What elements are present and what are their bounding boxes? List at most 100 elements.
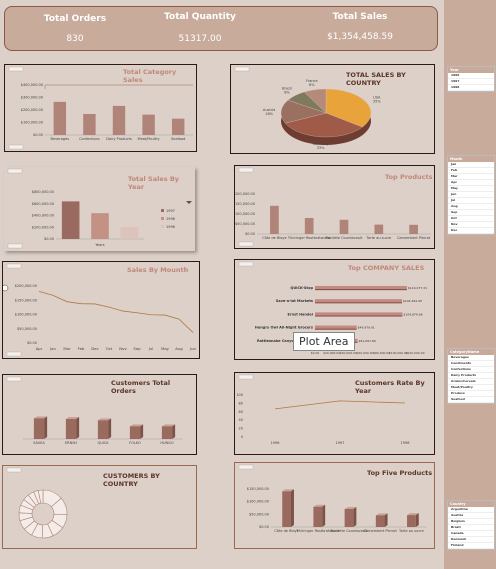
legend-swatch [161,217,164,220]
slicer-item[interactable]: Dec [448,228,494,234]
x-tick-label: 1996 [271,441,280,445]
sales-by-month-panel[interactable]: Sales By Mounth $0.00 $50,000.00 $100,000.… [2,261,200,359]
bar [315,325,357,329]
x-tick-label: Côte de Blaye [274,529,298,533]
y-tick-label: Save-a-lot Markets [276,299,313,303]
bar [97,420,109,439]
x-tick-label: Meat/Poultry [138,137,160,141]
customers-country-chart [6,467,68,539]
y-tick-label: 80 [239,401,243,405]
y-tick-label: $0.00 [27,341,37,345]
field-button [238,167,254,173]
y-tick-label: $100,000.00 [21,121,43,125]
x-tick-label: Apr [36,346,43,351]
category-sales-panel[interactable]: Total Category Sales $0.00 $100,000.00 $20… [4,64,197,152]
plot-area-tooltip: Plot Area [293,332,355,351]
x-tick-label: $20,000.00 [323,351,340,355]
bar-side [108,418,112,439]
x-tick-label: $40,000.00 [340,351,357,355]
x-tick-label: Nov [119,346,127,351]
bar [409,224,418,234]
data-label: $104,874.98 [403,312,422,316]
y-tick-label: Ernst Handel [288,312,313,316]
bar [61,201,80,239]
x-tick-label: Oct [106,346,113,351]
x-tick-label: Raclette Courdavault [326,236,364,240]
y-tick-label: $0.00 [245,232,255,236]
sales-by-year-chart: $0.00 $200,000.00 $400,000.00 $600,000.00 $8… [7,168,192,249]
year-slicer[interactable]: Year 1996 1997 1998 [447,66,495,92]
y-tick-label: $200,000.00 [235,192,255,196]
total-orders-label: Total Orders [43,14,107,24]
x-tick-label: Côte de Blaye [262,236,286,240]
slicer-item[interactable]: Seafood [448,397,494,403]
x-tick-label: Camembert Pierrot [364,529,398,533]
field-button [7,168,23,174]
slicer-item[interactable]: 1998 [448,85,494,91]
slice-label: 16% [265,112,273,116]
bar-side [353,507,357,527]
field-button [8,144,24,150]
x-tick-label: Raclette Courdavault [331,529,369,533]
y-tick-label: $200,000.00 [15,284,37,288]
total-quantity-label: Total Quantity [164,12,236,22]
chart-frame-line [44,84,193,89]
top-products-panel[interactable]: Top Products $0.00$50,000.00$100,000.00$… [234,165,435,249]
y-tick-label: $600,000.00 [32,202,54,206]
x-tick-label: ERNSH [65,441,77,445]
total-orders-value: 830 [66,34,84,44]
data-label: $110,277.31 [408,286,427,290]
customer-orders-chart: SAVEA ERNSH QUICK FOLKO HUNGO [6,376,183,445]
field-button [6,351,22,357]
bar [313,506,323,527]
bar-side [76,417,80,439]
customers-country-panel[interactable]: CUSTOMERS BY COUNTRY [2,465,197,549]
top-products-chart: $0.00 $50,000.00 $100,000.00 $150,000.00 $20… [235,167,431,247]
category-slicer[interactable]: CategoryName Beverages Condiments Confecti… [447,348,495,404]
y-tick-label: $0.00 [259,525,269,529]
country-slicer[interactable]: Country Argentina Austria Belgium Brazil Can… [447,500,495,550]
bar-shadow [315,288,407,291]
field-button [8,66,24,72]
top-five-chart: $0.00 $50,000.00 $100,000.00 $150,000.00 Côt… [238,464,427,533]
bar-shadow [315,302,402,304]
y-tick-label: QUICK-Stop [290,286,313,290]
x-tick-label: Dairy Products [106,137,132,141]
bar [65,419,77,439]
x-tick-label: $120,000.00 [405,351,424,355]
y-tick-label: $200,000.00 [32,225,54,229]
x-tick-label: Aug [175,346,183,351]
y-tick-label: $100,000.00 [235,212,255,216]
bar [374,224,384,234]
sales-by-year-panel[interactable]: Total Sales By Year $0.00 $200,000.00 $400… [4,167,195,251]
bar-side [172,424,176,439]
y-tick-label: $150,000.00 [15,298,37,302]
bar-shadow [315,328,357,330]
field-button [234,66,250,72]
bar [91,213,109,239]
top-five-panel[interactable]: Top Five Products $0.00 $50,000.00 $100,00… [234,462,435,549]
y-tick-label: $200,000.00 [21,108,43,112]
bar [161,426,173,439]
customer-orders-panel[interactable]: Customers Total Orders SAVEA ERNSH QUICK FO… [2,374,197,455]
x-tick-label: Jul [148,346,154,351]
filter-icon [186,201,192,204]
country-sales-panel[interactable]: TOTAL SALES BY COUNTRY USA 35% Germany 33% A… [230,64,435,154]
x-tick-label: $0.00 [311,351,320,355]
x-tick-label: Dec [91,346,98,351]
month-slicer[interactable]: Month Jan Feb Mar Apr May Jun Jul Aug Sep Oct Nov D… [447,155,495,235]
x-tick-label: May [161,346,170,351]
customer-rate-panel[interactable]: Customers Rate By Year 0 20 40 60 80 100 1996 1… [234,372,435,455]
bar [53,101,67,135]
x-tick-label: $60,000.00 [356,351,373,355]
resize-handle [3,284,9,292]
slicer-item[interactable]: Finland [448,543,494,549]
field-button [238,464,254,470]
data-label: $104,361.95 [403,299,422,303]
x-tick-label: Confections [79,137,100,141]
x-tick-label: Camembert Pierrot [397,236,431,240]
series-line [274,400,406,410]
y-tick-label: $50,000.00 [235,222,255,226]
bar [407,515,416,527]
y-tick-label: 0 [241,435,243,439]
